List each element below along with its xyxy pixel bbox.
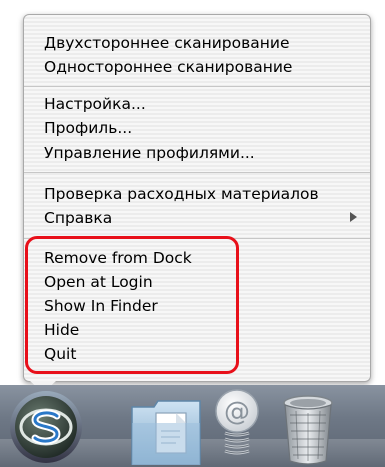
menu-item-settings[interactable]: Настройка...	[44, 92, 146, 116]
dock-context-menu: Двухстороннее сканирование Одностороннее…	[23, 14, 371, 382]
menu-separator	[24, 86, 370, 87]
menu-item-hide[interactable]: Hide	[44, 318, 79, 342]
triangle-right-icon	[350, 212, 357, 222]
menu-item-remove-from-dock[interactable]: Remove from Dock	[44, 246, 192, 270]
menu-item-help[interactable]: Справка	[44, 206, 112, 230]
scansnap-manager-icon[interactable]	[8, 389, 84, 465]
menu-item-duplex-scan[interactable]: Двухстороннее сканирование	[44, 31, 290, 55]
trash-icon[interactable]	[280, 393, 336, 465]
menu-item-check-consumables[interactable]: Проверка расходных материалов	[44, 182, 319, 206]
menu-item-manage-profiles[interactable]: Управление профилями...	[44, 141, 255, 165]
mail-spring-icon[interactable]: @	[205, 387, 269, 465]
menu-separator	[24, 238, 370, 239]
menu-item-simplex-scan[interactable]: Одностороннее сканирование	[44, 55, 292, 79]
dock: @	[0, 385, 385, 467]
menu-item-quit[interactable]: Quit	[44, 342, 76, 366]
menu-item-profile[interactable]: Профиль...	[44, 116, 132, 140]
documents-folder-icon[interactable]	[126, 393, 206, 465]
menu-separator	[24, 172, 370, 173]
menu-item-open-at-login[interactable]: Open at Login	[44, 270, 153, 294]
menu-item-show-in-finder[interactable]: Show In Finder	[44, 294, 158, 318]
svg-text:@: @	[224, 397, 250, 427]
